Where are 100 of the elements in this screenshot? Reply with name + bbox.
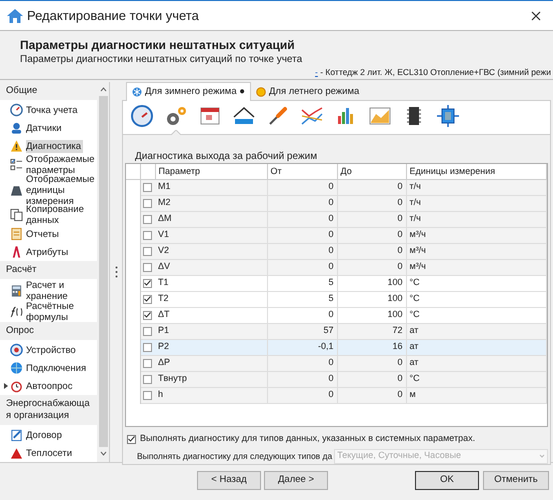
- table-cell: 0: [337, 227, 406, 243]
- sidebar-group-header: Расчёт: [0, 261, 98, 280]
- gauge-icon: [130, 104, 154, 128]
- path-link[interactable]: -: [315, 66, 318, 79]
- table-cell: 0: [337, 355, 406, 371]
- copy-icon: [10, 208, 23, 222]
- field-label: Выполнять диагностику для следующих типов да: [137, 450, 332, 462]
- chevron-down-icon[interactable]: [100, 451, 107, 456]
- sidebar-item[interactable]: Диагностика: [26, 140, 84, 152]
- tab[interactable]: Для зимнего режима ●: [126, 82, 251, 101]
- checkbox[interactable]: [142, 246, 152, 256]
- table-cell: 0: [267, 259, 337, 275]
- user-icon: [10, 121, 23, 135]
- snowflake-icon: [132, 87, 142, 97]
- checkbox[interactable]: [142, 230, 152, 240]
- clipboard-icon: [10, 227, 23, 242]
- chevron-up-icon[interactable]: [100, 87, 107, 92]
- sidebar-item[interactable]: Устройство: [26, 344, 78, 357]
- table-cell: V2: [155, 243, 267, 259]
- table-cell: ат: [406, 339, 546, 355]
- table-cell: т/ч: [406, 211, 546, 227]
- checkbox[interactable]: [142, 262, 152, 272]
- triangle-icon: [10, 446, 23, 460]
- sidebar-item[interactable]: Теплосети: [26, 446, 74, 460]
- table-cell: 0: [267, 355, 337, 371]
- checklist-icon: [10, 158, 23, 172]
- table-cell: 57: [267, 323, 337, 339]
- checkbox[interactable]: [142, 342, 152, 352]
- expander-icon[interactable]: [4, 383, 8, 390]
- scrollbar-thumb[interactable]: [98, 96, 108, 447]
- table-cell: P2: [155, 339, 267, 355]
- section-title: Диагностика выхода за рабочий режим: [134, 150, 318, 163]
- checkbox[interactable]: [127, 434, 136, 444]
- table-cell: 0: [267, 211, 337, 227]
- sidebar-item[interactable]: Подключения: [26, 362, 88, 375]
- dialog-button[interactable]: OK: [415, 471, 479, 490]
- table-cell: P1: [155, 323, 267, 339]
- function-icon: [10, 304, 23, 319]
- column-header[interactable]: От: [267, 164, 337, 179]
- table-cell: °C: [406, 291, 546, 307]
- table-cell: 100: [337, 307, 406, 323]
- table-cell: 0: [337, 211, 406, 227]
- letter-icon: [10, 245, 23, 260]
- checkbox-label: Выполнять диагностику для типов данных, указанных в системных параметрах.: [140, 432, 476, 446]
- check-icon: [128, 436, 135, 442]
- page-heading: Параметры диагностики нештатных ситуаций: [20, 37, 295, 54]
- sidebar-group-header: Энергоснабжающа я организация: [0, 395, 98, 426]
- table-cell: °C: [406, 371, 546, 387]
- table-cell: °C: [406, 307, 546, 323]
- column-header[interactable]: До: [337, 164, 406, 179]
- checkbox[interactable]: [142, 198, 152, 208]
- checkbox[interactable]: [142, 214, 152, 224]
- table-cell: 0: [267, 371, 337, 387]
- path-text: - Коттедж 2 лит. Ж, ECL310 Отопление+ГВС (зимний режи: [319, 66, 551, 79]
- dialog-button[interactable]: < Назад: [197, 471, 261, 490]
- scrollbar[interactable]: [97, 82, 109, 462]
- globe-icon: [10, 361, 23, 376]
- splitter-grip-icon[interactable]: [114, 266, 118, 278]
- table-cell: 100: [337, 275, 406, 291]
- sidebar-item[interactable]: Договор: [26, 428, 64, 442]
- close-icon[interactable]: [531, 10, 541, 20]
- table-cell: т/ч: [406, 179, 546, 195]
- table-cell: M2: [155, 195, 267, 211]
- dialog-button[interactable]: Далее >: [264, 471, 328, 490]
- table-cell: V1: [155, 227, 267, 243]
- table-cell: ат: [406, 323, 546, 339]
- checkbox[interactable]: [142, 182, 152, 192]
- table-cell: ΔV: [155, 259, 267, 275]
- checkbox[interactable]: [142, 278, 152, 288]
- checkbox[interactable]: [142, 326, 152, 336]
- sidebar-item[interactable]: Автоопрос: [26, 380, 74, 393]
- table-cell: ат: [406, 355, 546, 371]
- sidebar-item[interactable]: Атрибуты: [26, 246, 70, 259]
- check-icon: [144, 312, 150, 318]
- column-header[interactable]: Единицы измерения: [406, 164, 546, 179]
- table-cell: м: [406, 387, 546, 403]
- sidebar-item[interactable]: Точка учета: [26, 104, 80, 116]
- table-cell: Tвнутр: [155, 371, 267, 387]
- dialog-button[interactable]: Отменить: [483, 471, 549, 490]
- column-header[interactable]: Параметр: [155, 164, 267, 179]
- checkbox[interactable]: [142, 374, 152, 384]
- tab[interactable]: Для летнего режима: [250, 84, 364, 100]
- table-cell: ΔT: [155, 307, 267, 323]
- checkbox[interactable]: [142, 294, 152, 304]
- checkbox[interactable]: [142, 310, 152, 320]
- check-icon: [144, 296, 150, 302]
- checkbox[interactable]: [142, 358, 152, 368]
- table-cell: 0: [267, 307, 337, 323]
- table-cell: м³/ч: [406, 227, 546, 243]
- table-cell: 0: [267, 227, 337, 243]
- notepad-icon: [10, 428, 23, 442]
- calculator-icon: [10, 284, 23, 298]
- sidebar-item[interactable]: Датчики: [26, 122, 64, 134]
- checkbox[interactable]: [142, 390, 152, 400]
- gauge-icon: [10, 103, 23, 117]
- sidebar-item[interactable]: Отчеты: [26, 228, 61, 241]
- table-cell: ΔP: [155, 355, 267, 371]
- table-cell: 0: [337, 387, 406, 403]
- table-cell: 16: [337, 339, 406, 355]
- table-cell: 100: [337, 291, 406, 307]
